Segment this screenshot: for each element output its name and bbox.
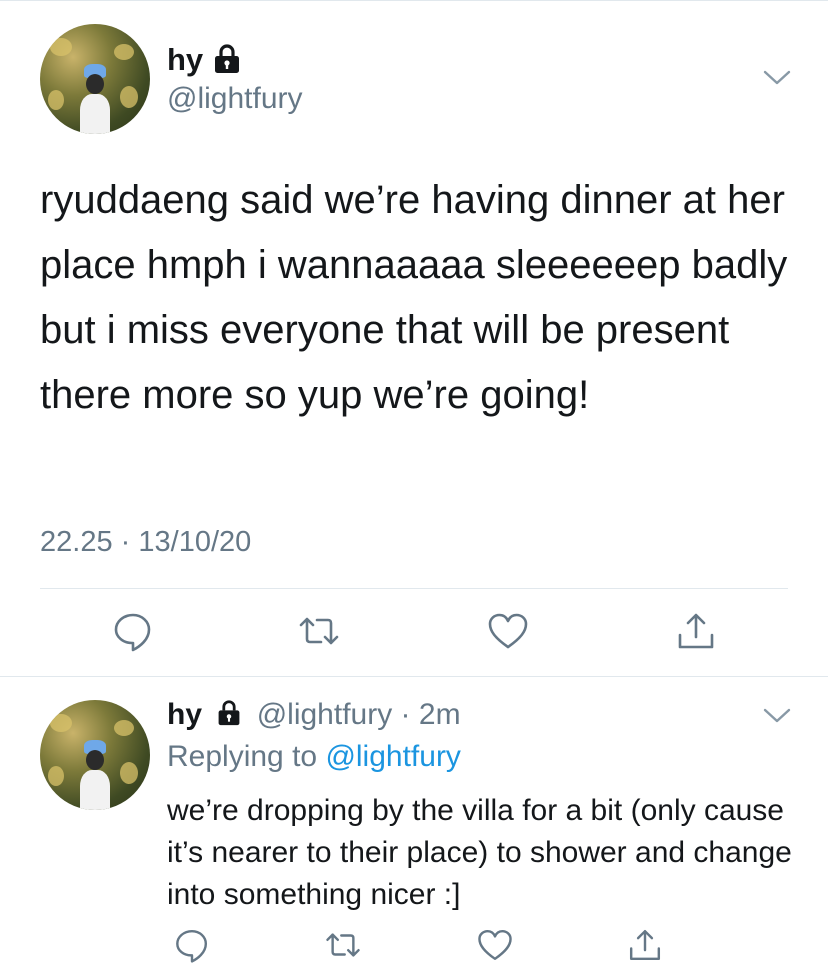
actions-divider bbox=[40, 588, 788, 589]
reply-icon bbox=[176, 929, 208, 963]
retweet-icon bbox=[326, 933, 360, 957]
timestamp: 22.25 · 13/10/20 bbox=[40, 526, 251, 559]
reply-reply-button[interactable] bbox=[167, 920, 217, 970]
tweet-date: 13/10/20 bbox=[138, 526, 252, 558]
reply-separator: · bbox=[400, 698, 411, 731]
reply-avatar[interactable] bbox=[40, 700, 150, 810]
share-icon bbox=[629, 929, 661, 961]
like-button[interactable] bbox=[483, 606, 533, 656]
reply-icon bbox=[114, 613, 151, 652]
lock-icon bbox=[215, 44, 239, 73]
lock-icon bbox=[218, 700, 240, 726]
reply-like-button[interactable] bbox=[470, 920, 520, 970]
tweet-text: ryuddaeng said we’re having dinner at he… bbox=[40, 178, 788, 417]
retweet-icon bbox=[299, 617, 339, 645]
handle[interactable]: @lightfury bbox=[167, 82, 303, 116]
reply-display-name[interactable]: hy bbox=[167, 698, 202, 731]
reply-handle[interactable]: @lightfury bbox=[257, 698, 393, 731]
meta-separator: · bbox=[120, 526, 131, 558]
reply-button[interactable] bbox=[108, 606, 158, 656]
avatar[interactable] bbox=[40, 24, 150, 134]
replying-to: Replying to @lightfury bbox=[167, 740, 461, 774]
like-icon bbox=[488, 613, 528, 649]
tweet-divider bbox=[0, 676, 828, 677]
reply-chevron-down-icon[interactable] bbox=[762, 706, 792, 726]
reply-text: we’re dropping by the villa for a bit (o… bbox=[167, 794, 792, 911]
retweet-button[interactable] bbox=[294, 606, 344, 656]
reply-age: 2m bbox=[418, 698, 461, 731]
top-divider bbox=[0, 0, 828, 1]
reply-retweet-button[interactable] bbox=[318, 920, 368, 970]
reply-header: hy @lightfury · 2m bbox=[167, 698, 461, 732]
replying-mention[interactable]: @lightfury bbox=[325, 740, 461, 773]
chevron-down-icon[interactable] bbox=[762, 68, 792, 88]
display-name[interactable]: hy bbox=[167, 42, 203, 78]
share-icon bbox=[678, 613, 714, 649]
reply-share-button[interactable] bbox=[620, 920, 670, 970]
tweet-time: 22.25 bbox=[40, 526, 113, 558]
like-icon bbox=[478, 929, 512, 961]
share-button[interactable] bbox=[671, 606, 721, 656]
replying-prefix: Replying to bbox=[167, 740, 318, 773]
